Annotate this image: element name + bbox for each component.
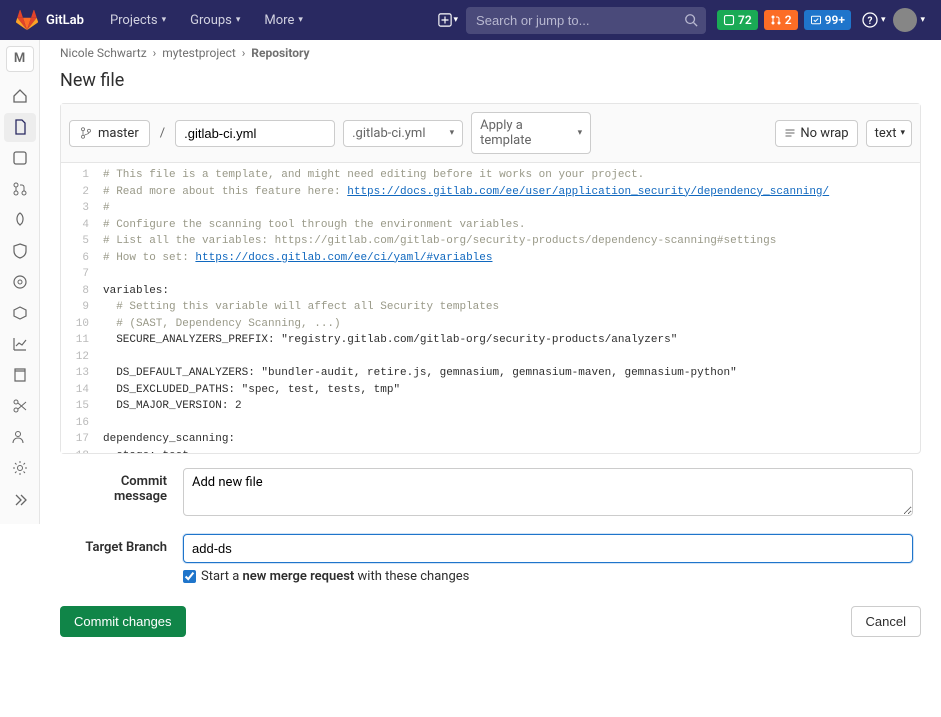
package-icon <box>12 305 28 321</box>
sidebar-wiki[interactable] <box>4 361 36 390</box>
issues-icon <box>723 14 735 26</box>
sidebar-packages[interactable] <box>4 299 36 328</box>
nowrap-toggle[interactable]: No wrap <box>775 120 857 147</box>
chevron-down-icon: ▾ <box>920 15 925 25</box>
nav-more[interactable]: More ▾ <box>254 7 312 34</box>
shield-icon <box>12 243 28 259</box>
rocket-icon <box>12 212 28 228</box>
todos-icon <box>810 14 822 26</box>
todos-counter[interactable]: 99+ <box>804 10 851 30</box>
sidebar-members[interactable] <box>4 423 36 452</box>
help-menu[interactable]: ? ▾ <box>862 12 886 28</box>
code-editor[interactable]: 1234567891011121314151617181920212223242… <box>61 163 920 453</box>
merge-requests-counter[interactable]: 2 <box>764 10 798 30</box>
breadcrumb-project[interactable]: mytestproject <box>162 46 236 60</box>
merge-request-icon <box>770 14 782 26</box>
filename-input[interactable] <box>175 120 335 147</box>
book-icon <box>12 367 28 383</box>
chevron-down-icon: ▾ <box>578 128 583 138</box>
softwrap-mode-dropdown[interactable]: text▾ <box>866 120 912 147</box>
merge-request-icon <box>12 181 28 197</box>
chevron-down-icon: ▾ <box>298 15 303 25</box>
brand-name[interactable]: GitLab <box>46 13 84 28</box>
page-title: New file <box>60 70 921 91</box>
chevron-down-icon: ▾ <box>900 128 905 138</box>
global-search-input[interactable] <box>466 7 706 34</box>
sidebar-settings[interactable] <box>4 454 36 483</box>
nav-groups[interactable]: Groups ▾ <box>180 7 250 34</box>
file-editor: master / .gitlab-ci.yml▾ Apply a templat… <box>60 103 921 454</box>
chevron-down-icon: ▾ <box>454 15 459 25</box>
sidebar-operations[interactable] <box>4 268 36 297</box>
code-content[interactable]: # This file is a template, and might nee… <box>95 163 920 453</box>
commit-message-label: Commit message <box>68 468 183 520</box>
nav-projects[interactable]: Projects ▾ <box>100 7 176 34</box>
branch-selector[interactable]: master <box>69 120 150 147</box>
sidebar-collapse[interactable] <box>4 485 36 514</box>
gear-icon <box>12 460 28 476</box>
sidebar-analytics[interactable] <box>4 330 36 359</box>
project-sidebar: M <box>0 40 40 524</box>
sidebar-repository[interactable] <box>4 113 36 142</box>
line-gutter: 1234567891011121314151617181920212223242… <box>61 163 95 453</box>
path-separator: / <box>158 126 167 141</box>
target-branch-label: Target Branch <box>68 534 183 563</box>
chevron-down-icon: ▾ <box>162 15 167 25</box>
search-icon <box>684 13 698 27</box>
user-menu[interactable]: ▾ <box>893 8 925 32</box>
doc-icon <box>12 119 28 135</box>
breadcrumb: Nicole Schwartz › mytestproject › Reposi… <box>60 40 921 70</box>
sidebar-issues[interactable] <box>4 144 36 173</box>
start-merge-request-label[interactable]: Start a new merge request with these cha… <box>201 569 469 584</box>
issues-counter[interactable]: 72 <box>717 10 758 30</box>
sidebar-snippets[interactable] <box>4 392 36 421</box>
apply-template-dropdown[interactable]: Apply a template▾ <box>471 112 591 154</box>
gitlab-logo[interactable] <box>16 9 38 31</box>
target-branch-input[interactable] <box>183 534 913 563</box>
breadcrumb-current: Repository <box>251 46 309 60</box>
nowrap-icon <box>784 127 796 139</box>
breadcrumb-user[interactable]: Nicole Schwartz <box>60 46 147 60</box>
question-icon: ? <box>862 12 878 28</box>
chevron-down-icon: ▾ <box>236 15 241 25</box>
tanuki-icon <box>16 9 38 31</box>
commit-message-input[interactable] <box>183 468 913 516</box>
users-icon <box>12 429 28 445</box>
branch-icon <box>80 127 92 139</box>
issues-icon <box>12 150 28 166</box>
template-type-dropdown[interactable]: .gitlab-ci.yml▾ <box>343 120 463 147</box>
home-icon <box>12 88 28 104</box>
sidebar-security[interactable] <box>4 237 36 266</box>
new-dropdown[interactable]: ▾ <box>430 9 467 31</box>
scissors-icon <box>12 398 28 414</box>
sidebar-merge-requests[interactable] <box>4 175 36 204</box>
plus-box-icon <box>438 13 452 27</box>
editor-toolbar: master / .gitlab-ci.yml▾ Apply a templat… <box>61 104 920 163</box>
chevron-down-icon: ▾ <box>881 15 886 25</box>
top-navbar: GitLab Projects ▾ Groups ▾ More ▾ ▾ 72 2… <box>0 0 941 40</box>
start-merge-request-checkbox[interactable] <box>183 570 196 583</box>
sidebar-home[interactable] <box>4 82 36 111</box>
project-avatar[interactable]: M <box>6 46 34 72</box>
cancel-button[interactable]: Cancel <box>851 606 921 637</box>
chevron-double-right-icon <box>12 492 28 508</box>
sidebar-cicd[interactable] <box>4 206 36 235</box>
operations-icon <box>12 274 28 290</box>
svg-text:?: ? <box>867 16 872 27</box>
chevron-down-icon: ▾ <box>450 128 455 138</box>
chart-icon <box>12 336 28 352</box>
commit-changes-button[interactable]: Commit changes <box>60 606 186 637</box>
avatar-icon <box>893 8 917 32</box>
